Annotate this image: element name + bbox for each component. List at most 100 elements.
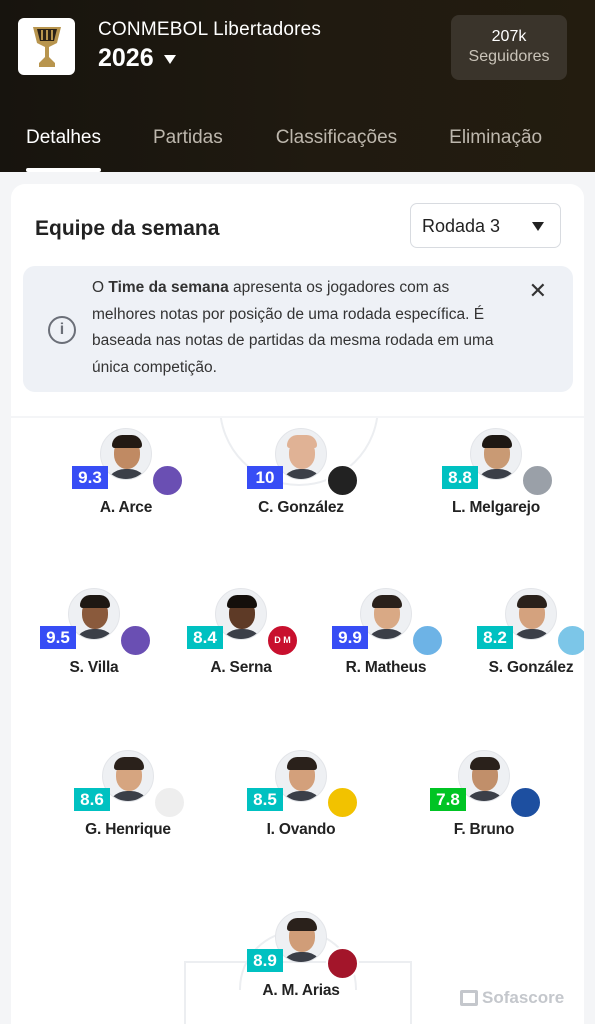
team-of-the-week-card: Equipe da semana Rodada 3 i O Time da se… xyxy=(11,184,584,416)
tab-knockout-label: Eliminação xyxy=(449,127,543,148)
avatar-shirt xyxy=(220,629,264,639)
player-name: C. González xyxy=(258,499,344,516)
avatar-hair xyxy=(287,918,317,931)
player-card[interactable]: 9.3 A. Arce xyxy=(51,428,201,518)
avatar-hair xyxy=(227,595,257,608)
avatar-shirt xyxy=(365,629,409,639)
season-label: 2026 xyxy=(98,44,154,72)
rating-badge: 9.5 xyxy=(40,626,76,649)
rating-badge: 8.6 xyxy=(74,788,110,811)
avatar-hair xyxy=(80,595,110,608)
pitch: Sofascore 9.3 A. Arce 10 C. González 8.8 L. M… xyxy=(11,418,584,1024)
followers-count: 207k xyxy=(491,28,527,45)
tab-matches-label: Partidas xyxy=(153,127,223,148)
team-crest-icon xyxy=(521,464,554,497)
team-crest-icon xyxy=(326,786,359,819)
team-crest-icon xyxy=(411,624,444,657)
avatar-hair xyxy=(470,757,500,770)
card-title: Equipe da semana xyxy=(35,217,220,240)
player-name: R. Matheus xyxy=(345,659,427,676)
sofascore-logo-icon xyxy=(460,990,478,1006)
tab-bar: Detalhes Partidas Classificações Elimina… xyxy=(0,118,595,172)
close-icon[interactable]: ✕ xyxy=(529,278,547,304)
followers-label: Seguidores xyxy=(468,48,550,65)
team-crest-icon xyxy=(326,464,359,497)
player-card[interactable]: 8.8 L. Melgarejo xyxy=(421,428,571,518)
avatar-hair xyxy=(517,595,547,608)
rating-badge: 9.3 xyxy=(72,466,108,489)
player-name: A. Serna xyxy=(210,659,272,676)
watermark-text: Sofascore xyxy=(482,988,565,1007)
player-card[interactable]: 10 C. González xyxy=(226,428,376,518)
player-name: A. M. Arias xyxy=(262,982,340,999)
tab-details-label: Detalhes xyxy=(26,127,101,148)
avatar-shirt xyxy=(475,469,519,479)
team-crest-icon: D M xyxy=(266,624,299,657)
tab-matches[interactable]: Partidas xyxy=(153,118,223,172)
player-name: S. González xyxy=(488,659,574,676)
avatar-shirt xyxy=(280,469,324,479)
avatar-hair xyxy=(482,435,512,448)
tab-details[interactable]: Detalhes xyxy=(26,118,101,172)
caret-down-icon xyxy=(532,222,544,231)
avatar-hair xyxy=(287,757,317,770)
avatar-hair xyxy=(114,757,144,770)
player-card[interactable]: 8.4 D M A. Serna xyxy=(166,588,316,678)
info-text-prefix: O xyxy=(92,279,109,296)
team-crest-icon xyxy=(556,624,584,657)
player-name: A. Arce xyxy=(99,499,153,516)
info-text: O Time da semana apresenta os jogadores … xyxy=(92,275,512,381)
rating-badge: 8.4 xyxy=(187,626,223,649)
player-name: G. Henrique xyxy=(85,821,171,838)
info-icon: i xyxy=(48,316,76,344)
info-text-bold: Time da semana xyxy=(108,279,229,296)
sofascore-watermark: Sofascore xyxy=(460,988,564,1008)
follow-button[interactable]: 207k Seguidores xyxy=(451,15,567,80)
avatar-shirt xyxy=(107,791,151,801)
round-selected-value: Rodada 3 xyxy=(422,216,501,236)
info-banner: i O Time da semana apresenta os jogadore… xyxy=(23,266,573,392)
player-card[interactable]: 8.5 I. Ovando xyxy=(226,750,376,840)
player-card[interactable]: 8.9 A. M. Arias xyxy=(226,911,376,1001)
avatar-hair xyxy=(287,435,317,448)
player-name: I. Ovando xyxy=(266,821,336,838)
rating-badge: 9.9 xyxy=(332,626,368,649)
avatar-hair xyxy=(372,595,402,608)
season-selector[interactable]: 2026 xyxy=(98,44,176,73)
team-crest-icon xyxy=(151,464,184,497)
team-crest-icon xyxy=(153,786,186,819)
player-card[interactable]: 8.2 S. González xyxy=(456,588,584,678)
player-card[interactable]: 9.5 S. Villa xyxy=(19,588,169,678)
tab-standings-label: Classificações xyxy=(275,127,398,148)
team-crest-icon xyxy=(119,624,152,657)
avatar-shirt xyxy=(463,791,507,801)
player-name: F. Bruno xyxy=(453,821,515,838)
chevron-down-icon xyxy=(163,55,176,64)
rating-badge: 10 xyxy=(247,466,283,489)
libertadores-logo xyxy=(18,18,75,75)
trophy-icon xyxy=(32,26,61,67)
avatar-shirt xyxy=(510,629,554,639)
player-name: L. Melgarejo xyxy=(451,499,541,516)
rating-badge: 8.9 xyxy=(247,949,283,972)
rating-badge: 7.8 xyxy=(430,788,466,811)
avatar-hair xyxy=(112,435,142,448)
player-card[interactable]: 7.8 F. Bruno xyxy=(409,750,559,840)
rating-badge: 8.8 xyxy=(442,466,478,489)
team-crest-icon xyxy=(326,947,359,980)
team-crest-icon xyxy=(509,786,542,819)
competition-header: CONMEBOL Libertadores 2026 207k Seguidor… xyxy=(0,0,595,172)
avatar-shirt xyxy=(280,952,324,962)
player-name: S. Villa xyxy=(69,659,119,676)
rating-badge: 8.2 xyxy=(477,626,513,649)
tab-standings[interactable]: Classificações xyxy=(276,118,397,172)
tab-knockout[interactable]: Eliminação xyxy=(449,118,542,172)
player-card[interactable]: 9.9 R. Matheus xyxy=(311,588,461,678)
player-card[interactable]: 8.6 G. Henrique xyxy=(53,750,203,840)
rating-badge: 8.5 xyxy=(247,788,283,811)
round-dropdown[interactable]: Rodada 3 xyxy=(410,203,561,248)
avatar-shirt xyxy=(105,469,149,479)
avatar-shirt xyxy=(73,629,117,639)
competition-title: CONMEBOL Libertadores xyxy=(98,19,322,40)
avatar-shirt xyxy=(280,791,324,801)
